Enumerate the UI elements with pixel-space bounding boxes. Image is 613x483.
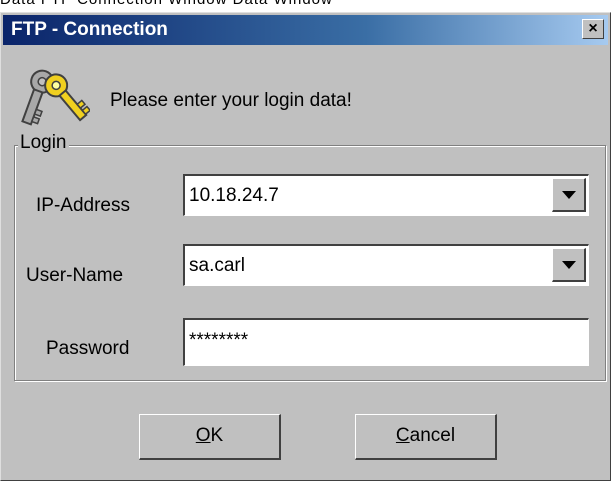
ip-address-combobox[interactable]: 10.18.24.7: [183, 174, 589, 216]
title-bar[interactable]: FTP - Connection ×: [3, 15, 608, 45]
ip-address-value[interactable]: 10.18.24.7: [189, 185, 279, 207]
cancel-label-rest: ancel: [409, 425, 456, 446]
ok-button[interactable]: OK: [139, 414, 281, 460]
user-name-dropdown-button[interactable]: [552, 248, 586, 282]
window-title: FTP - Connection: [11, 19, 168, 40]
login-group-legend: Login: [18, 132, 69, 154]
user-name-label: User-Name: [26, 265, 124, 286]
user-name-combobox[interactable]: sa.carl: [183, 244, 589, 286]
intro-message: Please enter your login data!: [110, 90, 352, 111]
chevron-down-icon: [562, 191, 576, 199]
ip-address-dropdown-button[interactable]: [552, 178, 586, 212]
cancel-mnemonic: C: [395, 425, 410, 446]
password-label: Password: [46, 338, 130, 359]
chevron-down-icon: [562, 261, 576, 269]
background-text: Data FTP Connection Window Data Window: [0, 0, 333, 8]
ip-address-label: IP-Address: [36, 195, 130, 216]
user-name-value[interactable]: sa.carl: [189, 255, 245, 277]
password-field[interactable]: ********: [183, 318, 589, 366]
keys-icon: [21, 69, 90, 126]
background-window-strip: Data FTP Connection Window Data Window: [0, 0, 613, 12]
password-value[interactable]: ********: [189, 330, 248, 352]
ok-label-rest: K: [210, 425, 224, 446]
cancel-button[interactable]: Cancel: [355, 414, 497, 460]
ok-mnemonic: O: [195, 425, 211, 446]
close-button[interactable]: ×: [582, 19, 604, 39]
close-icon: ×: [588, 20, 598, 37]
